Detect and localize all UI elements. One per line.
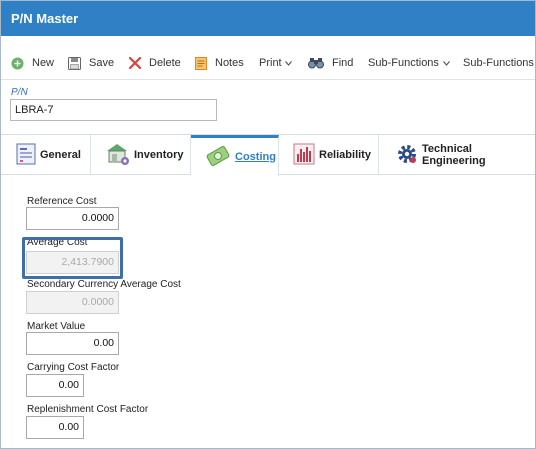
tab-reliability-label: Reliability: [319, 149, 371, 161]
tab-inventory-label: Inventory: [134, 149, 184, 161]
tab-general-label: General: [40, 149, 81, 161]
window-title: P/N Master: [1, 1, 535, 36]
tab-costing-label: Costing: [235, 151, 276, 163]
chevron-down-icon: [284, 60, 292, 66]
note-icon: [195, 56, 207, 70]
tab-costing[interactable]: Costing: [191, 135, 279, 176]
bar-chart-icon: [293, 143, 315, 168]
secondary-currency-average-cost-field: 0.0000: [26, 291, 119, 314]
new-button[interactable]: New: [11, 55, 54, 71]
secondary-currency-average-cost-label: Secondary Currency Average Cost: [27, 279, 181, 290]
print-label: Print: [259, 57, 282, 69]
tab-reliability[interactable]: Reliability: [279, 135, 379, 175]
delete-button[interactable]: Delete: [129, 55, 181, 71]
toolbar: New Save Delete Notes Print Find Sub-Fun…: [1, 36, 535, 80]
find-label: Find: [332, 57, 354, 69]
save-label: Save: [89, 57, 115, 69]
sub-functions-2-label: Sub-Functions 2: [463, 57, 536, 69]
tab-inventory[interactable]: Inventory: [91, 135, 191, 175]
binoculars-icon: [308, 57, 324, 69]
tab-technical-engineering-label: Technical Engineering: [422, 143, 486, 167]
pn-master-window: P/N Master New Save Delete Notes Print F…: [0, 0, 536, 449]
tab-general[interactable]: General: [1, 135, 91, 175]
new-label: New: [32, 57, 55, 69]
notes-label: Notes: [215, 57, 244, 69]
pn-label: P/N: [11, 87, 28, 98]
chevron-down-icon: [443, 60, 450, 66]
tab-bar: General Inventory Costing Reliability Te…: [1, 134, 535, 176]
delete-label: Delete: [149, 57, 181, 69]
sub-functions-label: Sub-Functions: [368, 57, 439, 69]
form-icon: [16, 143, 36, 168]
print-menu[interactable]: Print: [259, 55, 292, 71]
reference-cost-label: Reference Cost: [27, 196, 97, 207]
pn-field[interactable]: LBRA-7: [10, 99, 217, 121]
save-button[interactable]: Save: [68, 55, 114, 71]
sub-functions-menu[interactable]: Sub-Functions: [368, 55, 450, 71]
market-value-field[interactable]: 0.00: [26, 332, 119, 355]
sub-functions-2-menu[interactable]: Sub-Functions 2: [463, 55, 536, 71]
carrying-cost-factor-label: Carrying Cost Factor: [27, 362, 120, 373]
replenishment-cost-factor-field[interactable]: 0.00: [26, 416, 84, 439]
plus-circle-icon: [11, 57, 24, 70]
reference-cost-field[interactable]: 0.0000: [26, 207, 119, 230]
market-value-label: Market Value: [27, 321, 86, 332]
x-icon: [129, 57, 141, 69]
warehouse-gear-icon: [106, 142, 130, 169]
average-cost-highlight: [22, 237, 123, 279]
carrying-cost-factor-field[interactable]: 0.00: [26, 374, 84, 397]
tab-technical-engineering[interactable]: Technical Engineering: [379, 135, 535, 175]
find-button[interactable]: Find: [308, 55, 353, 71]
money-icon: [205, 145, 231, 170]
replenishment-cost-factor-label: Replenishment Cost Factor: [27, 404, 149, 415]
notes-button[interactable]: Notes: [195, 55, 244, 71]
floppy-disk-icon: [68, 56, 81, 70]
gear-icon: [396, 143, 418, 168]
